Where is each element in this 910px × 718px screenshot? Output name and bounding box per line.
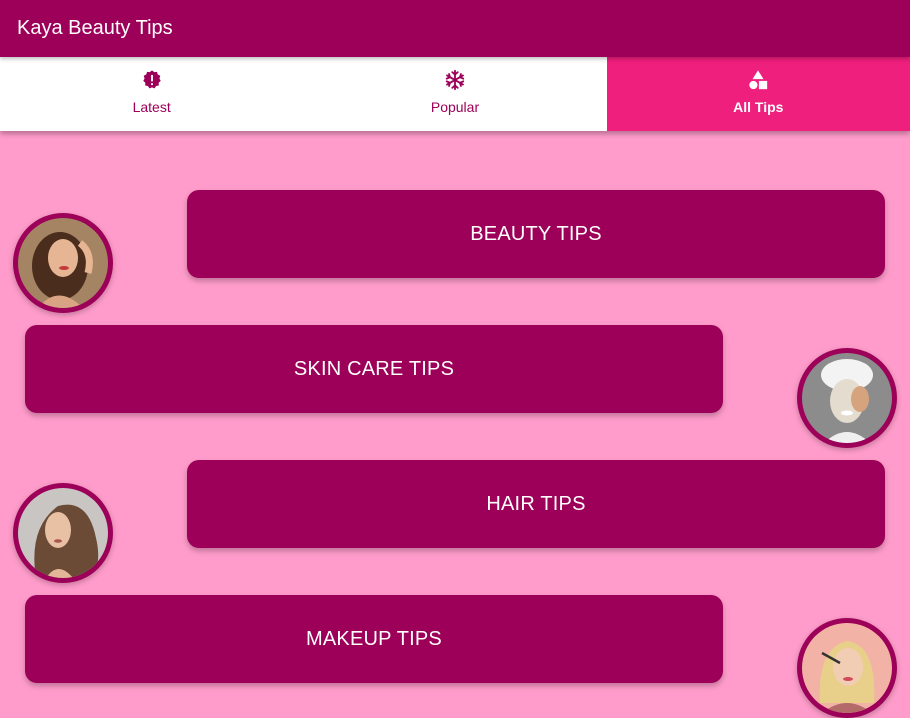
snowflake-icon	[445, 69, 465, 91]
woman-applying-makeup-image	[802, 623, 892, 713]
app-title: Kaya Beauty Tips	[17, 17, 173, 39]
shapes-icon	[749, 70, 768, 90]
tab-popular[interactable]: Popular	[303, 57, 606, 131]
makeup-tips-avatar[interactable]	[797, 618, 897, 718]
hair-tips-button[interactable]: HAIR TIPS	[187, 460, 885, 548]
skin-care-tips-button[interactable]: SKIN CARE TIPS	[25, 325, 723, 413]
beauty-tips-button[interactable]: BEAUTY TIPS	[187, 190, 885, 278]
woman-face-mask-image	[802, 353, 892, 443]
skin-care-tips-label: SKIN CARE TIPS	[293, 357, 455, 380]
tab-bar: Latest Popular All Tips	[0, 57, 910, 131]
hair-tips-avatar[interactable]	[13, 483, 113, 583]
woman-long-hair-image	[18, 488, 108, 578]
tab-popular-label: Popular	[430, 99, 480, 115]
woman-portrait-image	[18, 218, 108, 308]
beauty-tips-label: BEAUTY TIPS	[470, 222, 602, 245]
tab-latest-label: Latest	[132, 99, 171, 115]
beauty-tips-avatar[interactable]	[13, 213, 113, 313]
makeup-tips-label: MAKEUP TIPS	[306, 627, 442, 650]
tab-all-tips[interactable]: All Tips	[606, 57, 910, 131]
tab-latest[interactable]: Latest	[0, 57, 303, 131]
app-bar: Kaya Beauty Tips	[0, 0, 910, 57]
hair-tips-label: HAIR TIPS	[486, 492, 586, 515]
tab-all-tips-label: All Tips	[733, 99, 784, 115]
makeup-tips-button[interactable]: MAKEUP TIPS	[25, 595, 723, 683]
skin-care-tips-avatar[interactable]	[797, 348, 897, 448]
alert-badge-icon	[142, 70, 161, 89]
